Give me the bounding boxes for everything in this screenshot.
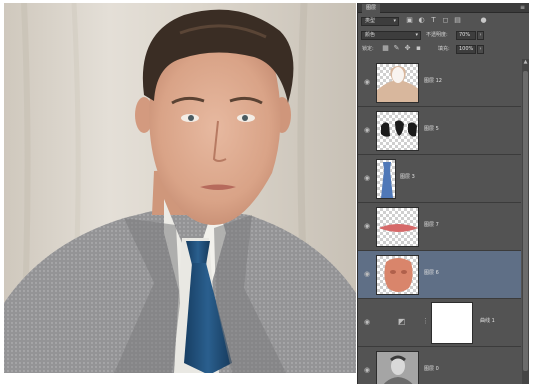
layer-row[interactable]: ◉ 图层 5 bbox=[358, 107, 521, 155]
opacity-dropdown-icon[interactable]: › bbox=[477, 31, 484, 40]
layer-name[interactable]: 曲线 1 bbox=[480, 317, 495, 326]
scroll-up-icon[interactable]: ▲ bbox=[522, 59, 529, 66]
visibility-eye-icon[interactable]: ◉ bbox=[362, 366, 372, 374]
layers-scrollbar[interactable]: ▲ bbox=[522, 59, 529, 384]
type-filter-icon[interactable]: T bbox=[430, 17, 437, 24]
lock-label: 锁定: bbox=[362, 46, 374, 52]
tab-layers[interactable]: 图层 bbox=[362, 4, 381, 13]
layer-row[interactable]: ◉ 图层 3 bbox=[358, 155, 521, 203]
photo-canvas[interactable] bbox=[4, 3, 356, 373]
scroll-thumb[interactable] bbox=[523, 71, 528, 371]
chevron-down-icon: ▾ bbox=[393, 18, 396, 24]
adjust-filter-icon[interactable]: ◐ bbox=[418, 17, 425, 24]
lock-position-icon[interactable]: ✥ bbox=[404, 45, 411, 52]
layer-thumbnail bbox=[376, 207, 419, 247]
filter-toggle-icon[interactable]: ● bbox=[480, 17, 487, 24]
lock-pixels-icon[interactable]: ✎ bbox=[393, 45, 400, 52]
panel-tab-bar: 图层 ≡ bbox=[358, 3, 529, 13]
layer-name[interactable]: 图层 7 bbox=[424, 221, 439, 230]
blend-row: 颜色 ▾ 不透明度: 70% › bbox=[358, 29, 529, 42]
layer-thumbnail bbox=[376, 159, 396, 199]
layer-thumbnail bbox=[376, 255, 419, 295]
visibility-eye-icon[interactable]: ◉ bbox=[362, 318, 372, 326]
lock-all-icon[interactable]: ▪ bbox=[415, 45, 422, 52]
layer-mask-thumbnail[interactable] bbox=[431, 302, 473, 344]
opacity-input[interactable]: 70% bbox=[456, 31, 476, 40]
visibility-eye-icon[interactable]: ◉ bbox=[362, 78, 372, 86]
filter-kind-label: 类型 bbox=[365, 18, 376, 24]
panel-menu-icon[interactable]: ≡ bbox=[520, 3, 525, 12]
layer-row[interactable]: ◉ 图层 12 bbox=[358, 59, 521, 107]
layer-name[interactable]: 图层 12 bbox=[424, 77, 442, 86]
layer-name[interactable]: 图层 3 bbox=[400, 173, 415, 182]
layer-thumbnail bbox=[376, 111, 419, 151]
lock-transparency-icon[interactable]: ▦ bbox=[382, 45, 389, 52]
layer-filter-row: 类型 ▾ ▣ ◐ T ◻ ▤ ● bbox=[358, 15, 529, 28]
layer-row-selected[interactable]: ◉ 图层 6 bbox=[358, 251, 521, 299]
chevron-down-icon: ▾ bbox=[415, 32, 418, 38]
layer-row[interactable]: ◉ ◩ ⋮ 曲线 1 bbox=[358, 299, 521, 347]
fill-label: 填充: bbox=[438, 46, 450, 52]
visibility-eye-icon[interactable]: ◉ bbox=[362, 270, 372, 278]
layer-row[interactable]: ◉ 图层 0 bbox=[358, 347, 521, 384]
lock-row: 锁定: ▦ ✎ ✥ ▪ 填充: 100% › bbox=[358, 43, 529, 56]
curves-adjustment-icon: ◩ bbox=[397, 317, 406, 326]
layer-row[interactable]: ◉ 图层 7 bbox=[358, 203, 521, 251]
image-filter-icon[interactable]: ▣ bbox=[406, 17, 413, 24]
shape-filter-icon[interactable]: ◻ bbox=[442, 17, 449, 24]
portrait-image bbox=[4, 3, 356, 373]
fill-dropdown-icon[interactable]: › bbox=[477, 45, 484, 54]
layer-name[interactable]: 图层 5 bbox=[424, 125, 439, 134]
visibility-eye-icon[interactable]: ◉ bbox=[362, 126, 372, 134]
layers-list: ◉ 图层 12 ◉ 图层 5 ◉ 图层 3 ◉ 图层 7 ◉ 图层 6 ◉ ◩ … bbox=[358, 59, 521, 384]
blend-mode-value: 颜色 bbox=[365, 32, 376, 38]
layer-name[interactable]: 图层 6 bbox=[424, 269, 439, 278]
smart-filter-icon[interactable]: ▤ bbox=[454, 17, 461, 24]
layer-thumbnail bbox=[376, 351, 419, 384]
blend-mode-select[interactable]: 颜色 ▾ bbox=[361, 31, 421, 40]
link-icon[interactable]: ⋮ bbox=[422, 317, 429, 326]
filter-kind-select[interactable]: 类型 ▾ bbox=[361, 17, 399, 26]
fill-input[interactable]: 100% bbox=[456, 45, 476, 54]
visibility-eye-icon[interactable]: ◉ bbox=[362, 174, 372, 182]
opacity-label: 不透明度: bbox=[426, 32, 448, 38]
visibility-eye-icon[interactable]: ◉ bbox=[362, 222, 372, 230]
layer-name[interactable]: 图层 0 bbox=[424, 365, 439, 374]
layers-panel: 图层 ≡ 类型 ▾ ▣ ◐ T ◻ ▤ ● 颜色 ▾ 不透明度: 70% › 锁… bbox=[357, 3, 529, 384]
layer-thumbnail bbox=[376, 63, 419, 103]
